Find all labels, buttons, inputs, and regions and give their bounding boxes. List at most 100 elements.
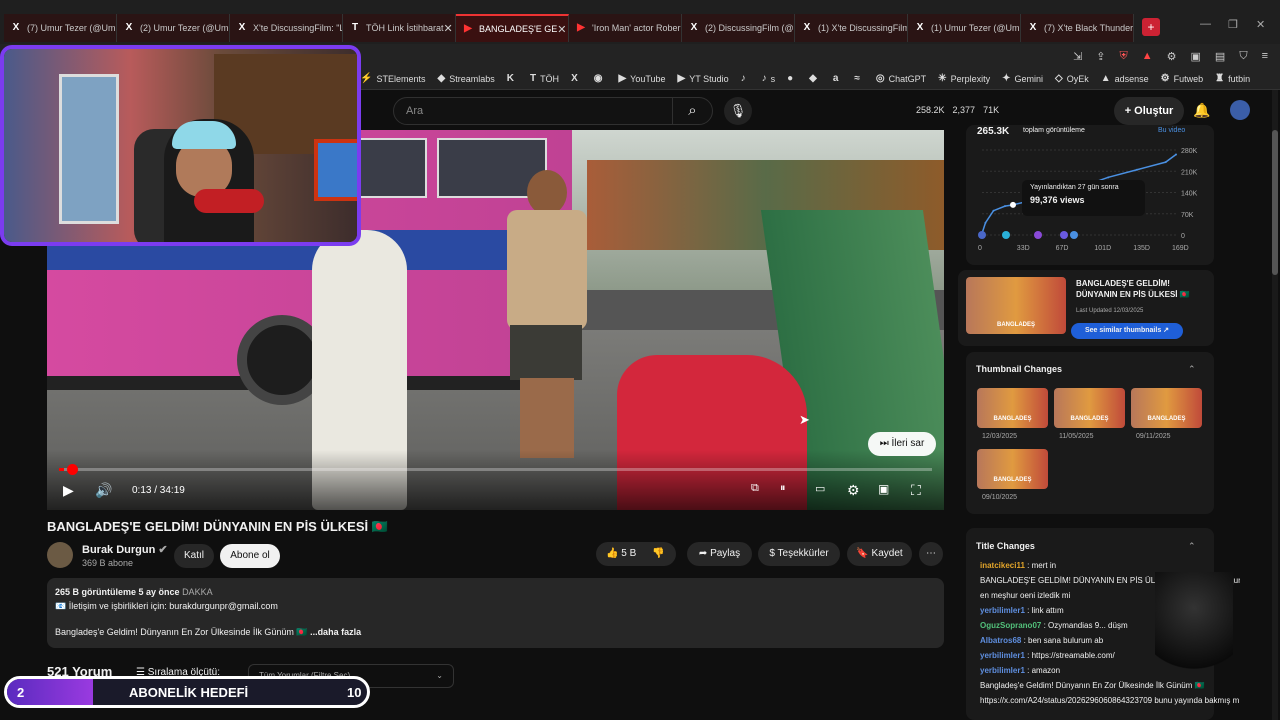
bookmark-item[interactable]: ▶ YouTube xyxy=(618,73,665,84)
search-input[interactable]: Ara ⌕ xyxy=(393,97,713,125)
browser-tab[interactable]: X(2) DiscussingFilm (@D✕ xyxy=(682,14,795,42)
bookmark-item[interactable]: ◆ Streamlabs xyxy=(437,73,494,84)
bookmark-item[interactable]: ▲ adsense xyxy=(1101,73,1149,84)
bookmark-item[interactable]: ✳ Perplexity xyxy=(938,73,990,84)
bookmark-item[interactable]: ◉ xyxy=(594,73,607,84)
bookmark-item[interactable]: ◎ ChatGPT xyxy=(876,73,926,84)
avatar[interactable] xyxy=(1230,100,1250,120)
channel-name[interactable]: Burak Durgun ✔ xyxy=(82,543,168,556)
chart-point[interactable] xyxy=(992,209,995,212)
chart-point[interactable] xyxy=(1135,168,1138,171)
thumbnail-change-2[interactable]: BANGLADEŞ xyxy=(1054,388,1125,428)
scrubber-handle[interactable] xyxy=(67,464,78,475)
new-tab-button[interactable]: + xyxy=(1142,18,1160,36)
play-icon[interactable]: ▶ xyxy=(63,482,74,499)
extensions-icon[interactable]: ⚙ xyxy=(1167,50,1177,63)
browser-tab[interactable]: X (7) X'te Black Thunder✕ xyxy=(1021,14,1134,42)
dislike-icon[interactable]: 👎 xyxy=(652,542,664,566)
subtitles-icon[interactable]: ▭ xyxy=(815,482,825,495)
scrollbar-thumb[interactable] xyxy=(1272,130,1278,275)
bookmark-item[interactable]: ◆ xyxy=(809,73,821,84)
sidebar-icon[interactable]: ▣ xyxy=(1191,50,1201,63)
brave-shield-icon[interactable]: ⛨ xyxy=(1120,50,1128,63)
subscribe-button[interactable]: Abone ol xyxy=(220,544,280,568)
thumbnail-change-1[interactable]: BANGLADEŞ xyxy=(977,388,1048,428)
tab-close-icon[interactable]: ✕ xyxy=(444,22,453,35)
like-button[interactable]: 👍 5 B 👎 xyxy=(596,542,676,566)
rewards-icon[interactable]: ▲ xyxy=(1142,50,1153,62)
volume-icon[interactable]: 🔊 xyxy=(95,482,112,499)
bookmark-item[interactable]: a xyxy=(833,73,843,84)
chart-point[interactable] xyxy=(1164,161,1167,164)
share-icon[interactable]: ⇪ xyxy=(1096,50,1105,63)
bookmark-item[interactable]: K xyxy=(507,73,518,84)
bookmark-item[interactable]: ♜ futbin xyxy=(1215,73,1250,84)
tab-close-icon[interactable]: ✕ xyxy=(557,23,566,36)
progress-bar[interactable] xyxy=(59,464,932,475)
chart-point[interactable] xyxy=(1003,205,1006,208)
channel-avatar[interactable] xyxy=(47,542,73,568)
bookmark-item[interactable]: ● xyxy=(787,73,797,84)
collapse-icon[interactable]: ⌃ xyxy=(1188,364,1196,375)
browser-tab[interactable]: XX'te DiscussingFilm: "L✕ xyxy=(230,14,343,42)
chart-event-marker[interactable] xyxy=(1070,231,1078,239)
menu-icon[interactable]: ≡ xyxy=(1262,50,1268,62)
minimize-icon[interactable]: — xyxy=(1200,18,1211,30)
create-button[interactable]: + Oluştur xyxy=(1114,97,1184,125)
more-actions-icon[interactable]: ⋯ xyxy=(919,542,943,566)
browser-tab[interactable]: X(1) Umur Tezer (@Um✕ xyxy=(908,14,1021,42)
restore-icon[interactable]: ❐ xyxy=(1228,18,1238,31)
similar-thumbnail[interactable]: BANGLADEŞ xyxy=(966,277,1066,334)
description-box[interactable]: 265 B görüntüleme 5 ay önce DAKKA 📧 İlet… xyxy=(47,578,944,648)
save-button[interactable]: 🔖 Kaydet xyxy=(847,542,912,566)
join-button[interactable]: Katıl xyxy=(174,544,214,568)
thumbnail-change-3[interactable]: BANGLADEŞ xyxy=(1131,388,1202,428)
bookmark-item[interactable]: ≈ xyxy=(854,73,864,84)
bookmark-item[interactable]: T TÖH xyxy=(530,73,559,84)
chart-event-marker[interactable] xyxy=(1060,231,1068,239)
miniplayer-icon[interactable]: ▣ xyxy=(878,482,889,496)
notifications-bell-icon[interactable]: 🔔 xyxy=(1193,102,1210,119)
bookmark-item[interactable]: ⚡ STElements xyxy=(360,73,425,84)
chat-text: link attım xyxy=(1031,606,1064,615)
chart-point[interactable] xyxy=(984,221,987,224)
browser-tab[interactable]: ▶'Iron Man' actor Rober✕ xyxy=(569,14,682,42)
search-icon[interactable]: ⌕ xyxy=(672,98,712,124)
chart-event-marker[interactable] xyxy=(1002,231,1010,239)
browser-tab[interactable]: T TÖH Link İstihbarat ✕ xyxy=(343,14,456,42)
collapse-icon[interactable]: ⌃ xyxy=(1188,541,1196,552)
chart-event-marker[interactable] xyxy=(978,231,986,239)
close-window-icon[interactable]: ✕ xyxy=(1256,18,1265,31)
bookmark-item[interactable]: ◇ OyEk xyxy=(1055,73,1089,84)
chart-point[interactable] xyxy=(1175,153,1177,156)
browser-tab[interactable]: X(7) Umur Tezer (@Um✕ xyxy=(4,14,117,42)
chart-point[interactable] xyxy=(1009,201,1016,208)
install-icon[interactable]: ⇲ xyxy=(1073,50,1082,63)
bookmark-item[interactable]: X xyxy=(571,73,582,84)
bookmark-item[interactable]: ♪ xyxy=(741,73,750,84)
bookmark-item[interactable]: ♪ s xyxy=(762,73,776,84)
bookmark-item[interactable]: ⚙ Futweb xyxy=(1161,73,1203,84)
see-similar-button[interactable]: See similar thumbnails ↗ xyxy=(1071,323,1183,339)
chart-point[interactable] xyxy=(1107,176,1110,179)
microphone-icon[interactable]: 🎙 xyxy=(724,97,752,125)
browser-tab[interactable]: X(1) X'te DiscussingFilm✕ xyxy=(795,14,908,42)
share-button[interactable]: ➦ Paylaş xyxy=(687,542,752,566)
tab-close-icon[interactable]: ✕ xyxy=(1133,22,1134,35)
fullscreen-icon[interactable]: ⛶ xyxy=(911,482,921,499)
chapters-icon[interactable]: ⧉ xyxy=(751,482,759,495)
bookmark-item[interactable]: ✦ Gemini xyxy=(1002,73,1043,84)
chart-event-marker[interactable] xyxy=(1034,231,1042,239)
thumbnail-change-4[interactable]: BANGLADEŞ xyxy=(977,449,1048,489)
browser-tab[interactable]: X(2) Umur Tezer (@Um✕ xyxy=(117,14,230,42)
bookmark-item[interactable]: ▶ YT Studio xyxy=(678,73,729,84)
skip-forward-button[interactable]: ⏭ İleri sar xyxy=(868,432,936,456)
settings-gear-icon[interactable]: ⚙ xyxy=(847,482,860,499)
vpn-icon[interactable]: ⛉ xyxy=(1239,50,1247,63)
autoplay-toggle-icon[interactable]: ⏸ xyxy=(780,482,786,495)
thanks-button[interactable]: $ Teşekkürler xyxy=(758,542,840,566)
description-more-link[interactable]: ...daha fazla xyxy=(310,627,361,637)
bookmark-icon: 🔖 xyxy=(856,548,869,559)
browser-tab[interactable]: ▶ BANGLADEŞ'E GE ✕ xyxy=(456,14,569,42)
wallet-icon[interactable]: ▤ xyxy=(1215,50,1225,63)
